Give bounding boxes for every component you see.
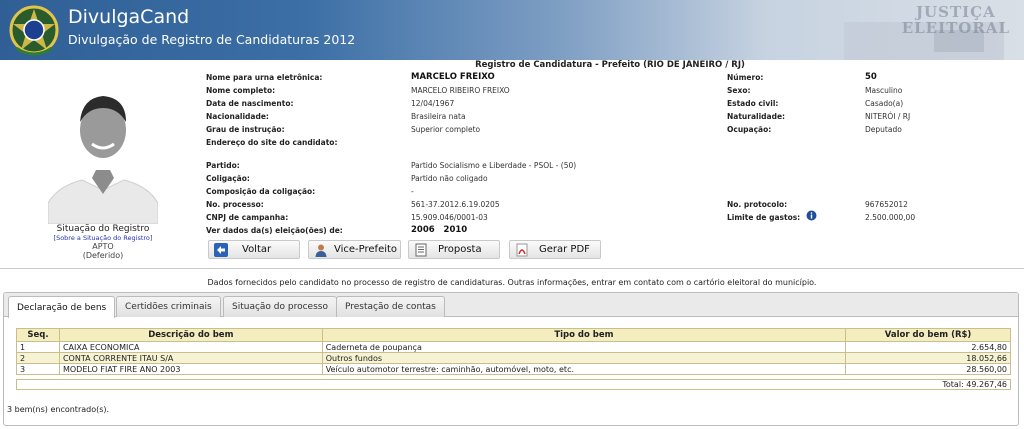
status-apto: APTO <box>92 242 114 251</box>
app-title: DivulgaCand <box>68 6 190 28</box>
label-ocupacao: Ocupação: <box>727 125 772 134</box>
value-estado-civil: Casado(a) <box>865 99 904 108</box>
situacao-label: Situação do Registro <box>56 224 150 234</box>
person-icon <box>315 244 327 257</box>
details-panel: Declaração de bens Certidões criminais S… <box>3 292 1019 426</box>
label-naturalidade: Naturalidade: <box>727 112 786 121</box>
app-subtitle: Divulgação de Registro de Candidaturas 2… <box>68 32 356 47</box>
justica-eleitoral-watermark: JUSTIÇA ELEITORAL <box>901 3 1010 37</box>
table-header-row: Seq. Descrição do bem Tipo do bem Valor … <box>16 328 1011 342</box>
value-cnpj-campanha: 15.909.046/0001-03 <box>411 213 488 222</box>
app-header: DivulgaCand Divulgação de Registro de Ca… <box>0 0 1024 60</box>
election-years-links[interactable]: 2006 2010 <box>411 225 467 235</box>
tab-certidoes-criminais[interactable]: Certidões criminais <box>116 296 221 317</box>
label-ver-dados-eleicoes: Ver dados da(s) eleição(ões) de: <box>206 226 343 235</box>
value-data-nascimento: 12/04/1967 <box>411 99 455 108</box>
table-row: 2 CONTA CORRENTE ITAU S/A Outros fundos … <box>16 352 1011 364</box>
value-no-processo: 561-37.2012.6.19.0205 <box>411 200 500 209</box>
label-composicao-coligacao: Composição da coligação: <box>206 187 316 196</box>
results-count: 3 bem(ns) encontrado(s). <box>7 405 110 414</box>
status-deferido: (Deferido) <box>82 251 124 260</box>
sobre-situacao-link[interactable]: [Sobre a Situação do Registro] <box>30 234 176 242</box>
vice-prefeito-button[interactable]: Vice-Prefeito <box>308 240 401 259</box>
total-row: Total: 49.267,46 <box>16 379 1011 390</box>
label-grau-instrucao: Grau de instrução: <box>206 125 285 134</box>
arrow-left-icon <box>214 242 228 257</box>
tab-prestacao-contas[interactable]: Prestação de contas <box>336 296 445 317</box>
label-estado-civil: Estado civil: <box>727 99 779 108</box>
col-tipo: Tipo do bem <box>321 328 847 342</box>
col-descricao: Descrição do bem <box>58 328 323 342</box>
label-nome-completo: Nome completo: <box>206 86 276 95</box>
table-row: 1 CAIXA ECONOMICA Caderneta de poupança … <box>16 341 1011 353</box>
value-no-protocolo: 967652012 <box>865 200 908 209</box>
voltar-button[interactable]: Voltar <box>208 240 300 259</box>
label-nome-urna: Nome para urna eletrônica: <box>206 73 323 82</box>
registro-title: Registro de Candidatura - Prefeito (RIO … <box>475 60 745 70</box>
label-sexo: Sexo: <box>727 86 751 95</box>
value-ocupacao: Deputado <box>865 125 902 134</box>
info-icon[interactable] <box>806 210 817 221</box>
label-cnpj-campanha: CNPJ de campanha: <box>206 213 289 222</box>
tab-situacao-processo[interactable]: Situação do processo <box>223 296 337 317</box>
value-partido: Partido Socialismo e Liberdade - PSOL - … <box>411 161 577 170</box>
label-nacionalidade: Nacionalidade: <box>206 112 269 121</box>
label-no-processo: No. processo: <box>206 200 264 209</box>
label-site-candidato: Endereço do site do candidato: <box>206 138 338 147</box>
value-naturalidade: NITERÓI / RJ <box>865 112 911 121</box>
value-nacionalidade: Brasileira nata <box>411 112 466 121</box>
tab-bar: Declaração de bens Certidões criminais S… <box>4 293 1018 318</box>
col-seq: Seq. <box>16 328 60 342</box>
label-data-nascimento: Data de nascimento: <box>206 99 294 108</box>
value-sexo: Masculino <box>865 86 903 95</box>
notice-text: Dados fornecidos pelo candidato no proce… <box>207 278 817 287</box>
col-valor: Valor do bem (R$) <box>845 328 1011 342</box>
label-numero: Número: <box>727 73 764 82</box>
label-coligacao: Coligação: <box>206 174 250 183</box>
brazil-coat-of-arms-icon <box>9 5 59 56</box>
candidate-photo <box>48 78 158 224</box>
value-limite-gastos: 2.500.000,00 <box>865 213 916 222</box>
value-grau-instrucao: Superior completo <box>411 125 481 134</box>
value-numero: 50 <box>865 72 877 82</box>
label-limite-gastos: Limite de gastos: <box>727 213 801 222</box>
value-nome-urna: MARCELO FREIXO <box>411 72 495 82</box>
proposta-button[interactable]: Proposta <box>408 240 500 259</box>
value-nome-completo: MARCELO RIBEIRO FREIXO <box>411 86 510 95</box>
registro-situacao: Situação do Registro [Sobre a Situação d… <box>30 224 176 260</box>
label-partido: Partido: <box>206 161 240 170</box>
document-icon <box>415 243 427 256</box>
pdf-icon <box>516 243 528 256</box>
bens-table: Seq. Descrição do bem Tipo do bem Valor … <box>16 328 1011 375</box>
gerar-pdf-button[interactable]: Gerar PDF <box>509 240 601 259</box>
table-row: 3 MODELO FIAT FIRE ANO 2003 Veículo auto… <box>16 363 1011 375</box>
label-no-protocolo: No. protocolo: <box>727 200 788 209</box>
divider <box>0 268 1024 269</box>
value-coligacao: Partido não coligado <box>411 174 488 183</box>
value-composicao-coligacao: - <box>411 187 414 196</box>
tab-declaracao-bens[interactable]: Declaração de bens <box>8 296 116 318</box>
